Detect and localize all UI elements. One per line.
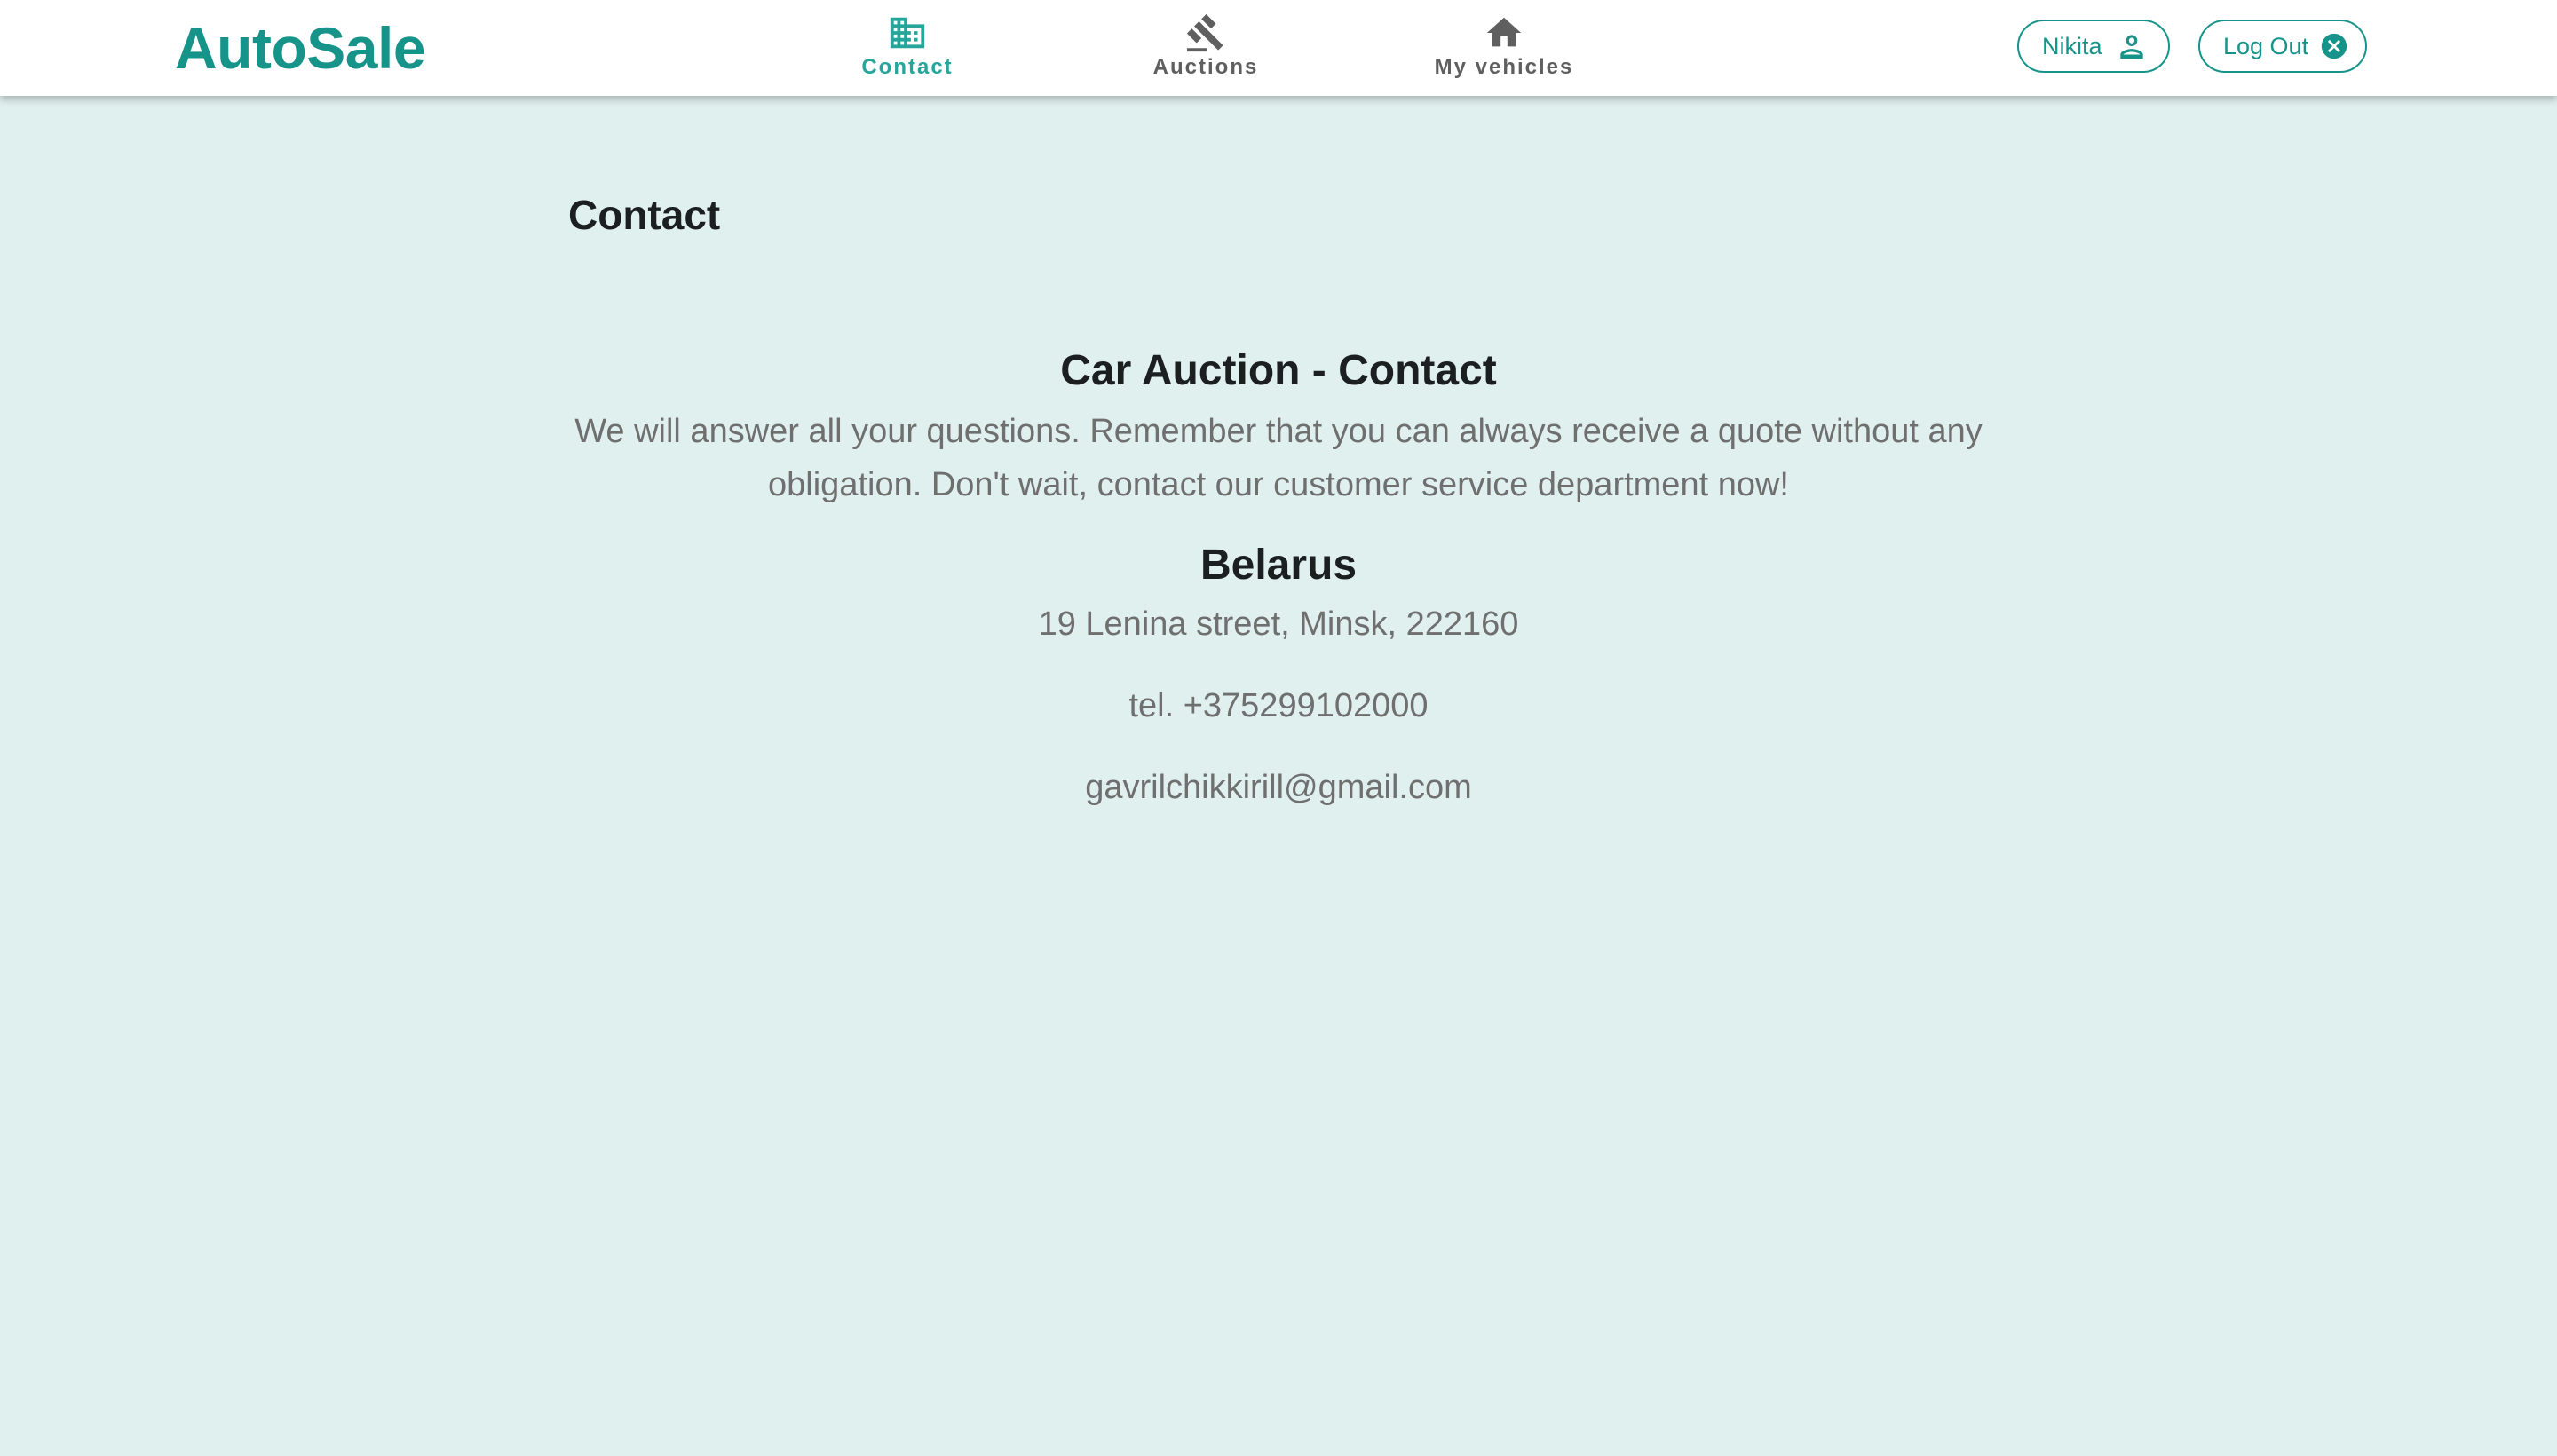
user-name: Nikita xyxy=(2042,32,2102,59)
country-heading: Belarus xyxy=(1199,542,1358,589)
nav-label-auctions: Auctions xyxy=(1152,55,1259,79)
nav-label-contact: Contact xyxy=(861,55,954,79)
top-navbar: AutoSale Contact Auctions My vehicles Ni… xyxy=(0,0,2557,96)
phone-text: tel. +375299102000 xyxy=(1128,687,1429,724)
nav-label-my-vehicles: My vehicles xyxy=(1434,55,1574,79)
gavel-icon xyxy=(1186,13,1223,52)
user-profile-button[interactable]: Nikita xyxy=(2017,20,2170,73)
logout-button[interactable]: Log Out xyxy=(2198,20,2367,73)
building-icon xyxy=(890,17,925,49)
nav-item-auctions[interactable]: Auctions xyxy=(1099,12,1312,85)
email-text: gavrilchikkirill@gmail.com xyxy=(1085,769,1472,806)
close-circle-icon xyxy=(2321,33,2347,59)
address-text: 19 Lenina street, Minsk, 222160 xyxy=(1038,605,1519,643)
autosale-logo[interactable]: AutoSale xyxy=(175,12,426,83)
home-icon xyxy=(1486,17,1522,47)
nav-item-contact[interactable]: Contact xyxy=(801,12,1014,85)
contact-section: Car Auction - Contact We will answer all… xyxy=(550,337,2007,815)
contact-heading: Car Auction - Contact xyxy=(1060,347,1497,394)
logout-label: Log Out xyxy=(2223,32,2309,59)
person-icon xyxy=(2119,35,2143,59)
nav-item-my-vehicles[interactable]: My vehicles xyxy=(1397,12,1611,85)
contact-intro: We will answer all your questions. Remem… xyxy=(574,413,1983,503)
page-title: Contact xyxy=(568,192,721,238)
